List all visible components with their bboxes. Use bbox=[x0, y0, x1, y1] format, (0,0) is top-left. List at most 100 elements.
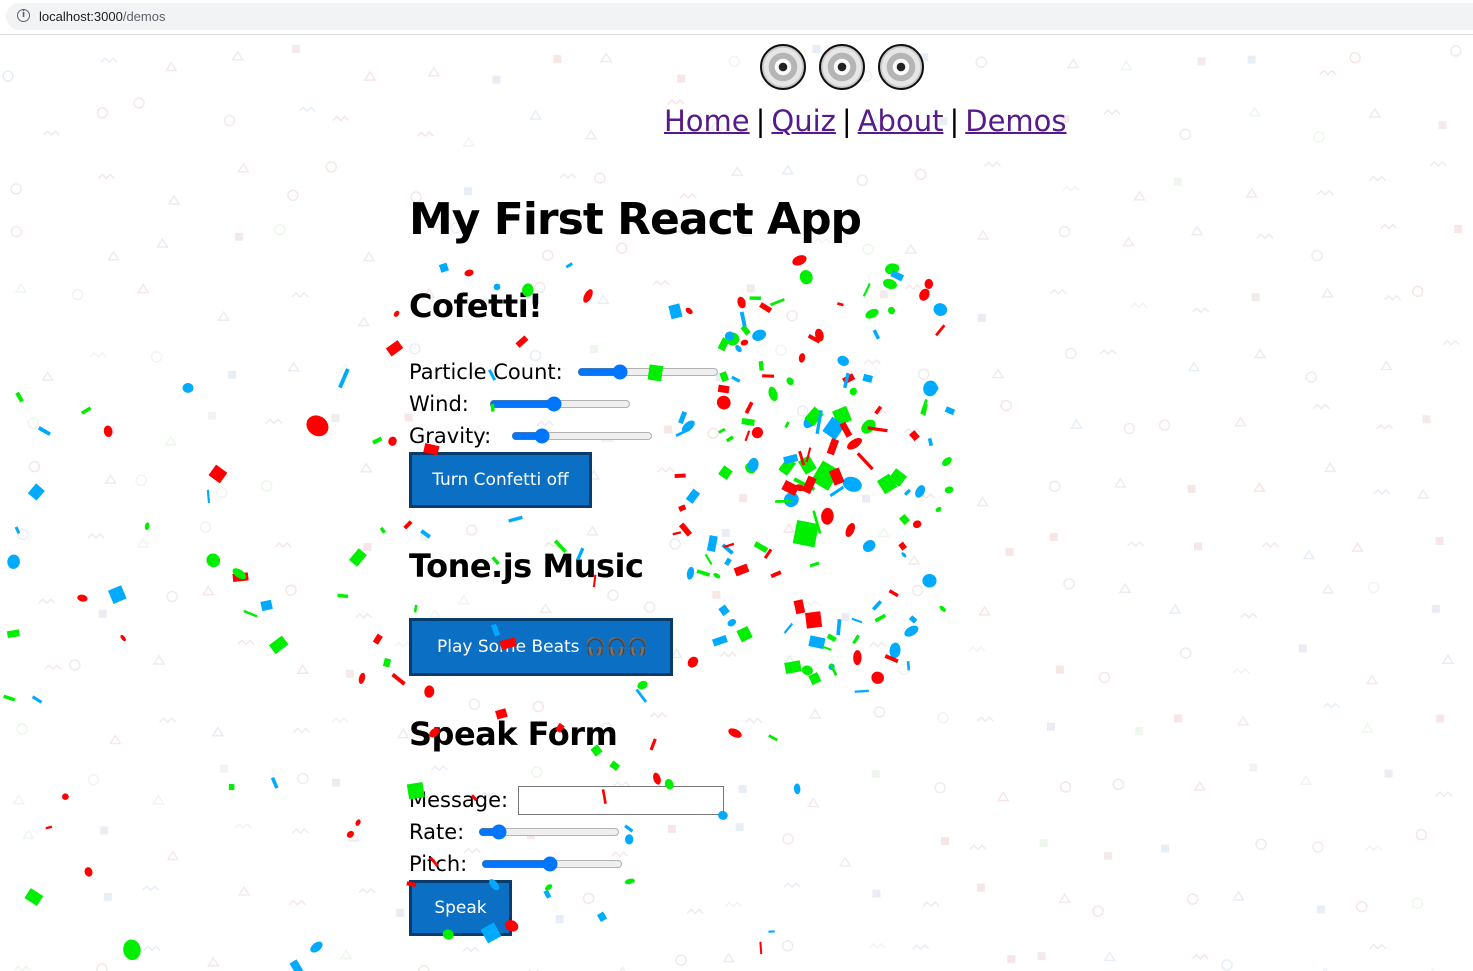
music-heading: Tone.js Music bbox=[409, 547, 644, 585]
page-title: My First React App bbox=[409, 194, 862, 245]
pattern-shape bbox=[42, 130, 60, 137]
pattern-shape bbox=[1415, 828, 1428, 841]
pattern-shape bbox=[1037, 952, 1046, 961]
pattern-shape bbox=[287, 189, 299, 202]
pattern-shape bbox=[1313, 131, 1325, 143]
nav-link-about[interactable]: About bbox=[858, 104, 944, 138]
particle-count-label: Particle Count: bbox=[409, 360, 563, 384]
toggle-confetti-button[interactable]: Turn Confetti off bbox=[409, 452, 592, 508]
logo-row bbox=[760, 44, 924, 90]
speak-heading: Speak Form bbox=[409, 715, 618, 753]
pattern-shape bbox=[1173, 177, 1182, 186]
pattern-shape bbox=[347, 831, 360, 842]
compact-disc-icon bbox=[878, 44, 924, 90]
pattern-shape bbox=[1161, 844, 1170, 853]
pattern-shape bbox=[599, 52, 613, 63]
pattern-shape bbox=[584, 129, 598, 140]
message-input[interactable] bbox=[518, 785, 725, 815]
pattern-shape bbox=[856, 174, 868, 187]
pattern-shape bbox=[1168, 603, 1182, 614]
pattern-shape bbox=[22, 829, 35, 840]
pattern-shape bbox=[1253, 348, 1267, 359]
pattern-shape bbox=[984, 161, 1002, 168]
pattern-shape bbox=[107, 250, 120, 261]
pattern-shape bbox=[10, 225, 23, 238]
pattern-shape bbox=[1436, 714, 1445, 723]
nav-separator: | bbox=[841, 104, 852, 138]
pattern-shape bbox=[298, 106, 316, 113]
pattern-shape bbox=[1321, 287, 1334, 298]
pattern-shape bbox=[359, 462, 373, 473]
pattern-shape bbox=[1384, 769, 1393, 778]
pattern-shape bbox=[288, 899, 306, 906]
speak-button[interactable]: Speak bbox=[409, 880, 512, 936]
pattern-shape bbox=[728, 55, 741, 68]
gravity-slider[interactable] bbox=[511, 428, 654, 444]
pattern-shape bbox=[325, 161, 337, 173]
pattern-shape bbox=[159, 717, 177, 724]
pattern-shape bbox=[260, 480, 273, 492]
url-text[interactable]: localhost:3000/demos bbox=[39, 9, 165, 25]
nav-separator: | bbox=[949, 104, 960, 138]
rate-label: Rate: bbox=[409, 820, 465, 844]
pattern-shape bbox=[142, 885, 160, 892]
pattern-shape bbox=[1368, 107, 1382, 118]
pattern-shape bbox=[1194, 542, 1203, 551]
pattern-shape bbox=[228, 370, 237, 379]
pattern-shape bbox=[1411, 897, 1424, 910]
pattern-shape bbox=[219, 764, 228, 773]
play-beats-button[interactable]: Play Some Beats 🎧🎧🎧 bbox=[409, 618, 673, 676]
pattern-shape bbox=[1416, 488, 1430, 499]
pattern-shape bbox=[1365, 844, 1383, 852]
nav-link-demos[interactable]: Demos bbox=[965, 104, 1066, 138]
pattern-shape bbox=[1305, 371, 1318, 383]
pattern-shape bbox=[1380, 223, 1398, 230]
pattern-shape bbox=[1411, 285, 1424, 298]
pattern-shape bbox=[1193, 780, 1207, 791]
pattern-shape bbox=[1299, 774, 1313, 785]
pattern-shape bbox=[1312, 841, 1324, 853]
pitch-slider[interactable] bbox=[481, 856, 624, 872]
pattern-shape bbox=[1422, 415, 1431, 424]
pattern-shape bbox=[69, 659, 81, 671]
pattern-shape bbox=[912, 944, 930, 951]
pattern-shape bbox=[206, 956, 220, 967]
pattern-shape bbox=[217, 310, 231, 321]
pattern-shape bbox=[100, 57, 118, 64]
wind-slider[interactable] bbox=[488, 396, 631, 412]
pattern-shape bbox=[152, 794, 165, 805]
pattern-shape bbox=[26, 893, 35, 902]
pattern-shape bbox=[492, 75, 501, 84]
wind-label: Wind: bbox=[409, 392, 469, 416]
pattern-shape bbox=[1248, 106, 1262, 117]
pattern-shape bbox=[274, 541, 292, 548]
confetti-heading: Cofetti! bbox=[409, 287, 543, 325]
pattern-shape bbox=[38, 598, 56, 605]
pattern-shape bbox=[1112, 778, 1125, 791]
pattern-shape bbox=[1376, 423, 1394, 431]
pattern-shape bbox=[234, 232, 243, 241]
pattern-shape bbox=[331, 414, 340, 423]
pattern-shape bbox=[1113, 477, 1127, 488]
rate-slider[interactable] bbox=[478, 824, 621, 840]
pattern-shape bbox=[619, 966, 626, 971]
nav-separator: | bbox=[755, 104, 766, 138]
pattern-shape bbox=[1247, 55, 1256, 64]
pattern-shape bbox=[1186, 893, 1199, 905]
info-icon[interactable]: i bbox=[17, 9, 30, 22]
nav-link-home[interactable]: Home bbox=[664, 104, 750, 138]
pattern-shape bbox=[1127, 541, 1145, 548]
pattern-shape bbox=[975, 56, 988, 68]
pattern-shape bbox=[2, 70, 14, 82]
rate-row: Rate: bbox=[409, 816, 1109, 848]
url-field[interactable] bbox=[6, 3, 1473, 30]
pitch-row: Pitch: bbox=[409, 848, 1109, 880]
pattern-shape bbox=[296, 663, 310, 675]
nav-link-quiz[interactable]: Quiz bbox=[771, 104, 836, 138]
pattern-shape bbox=[868, 942, 886, 949]
pattern-shape bbox=[1245, 187, 1259, 198]
browser-address-bar: i localhost:3000/demos bbox=[0, 0, 1473, 35]
pattern-shape bbox=[1368, 175, 1387, 182]
pattern-shape bbox=[1187, 361, 1201, 372]
particle-count-slider[interactable] bbox=[576, 364, 719, 380]
